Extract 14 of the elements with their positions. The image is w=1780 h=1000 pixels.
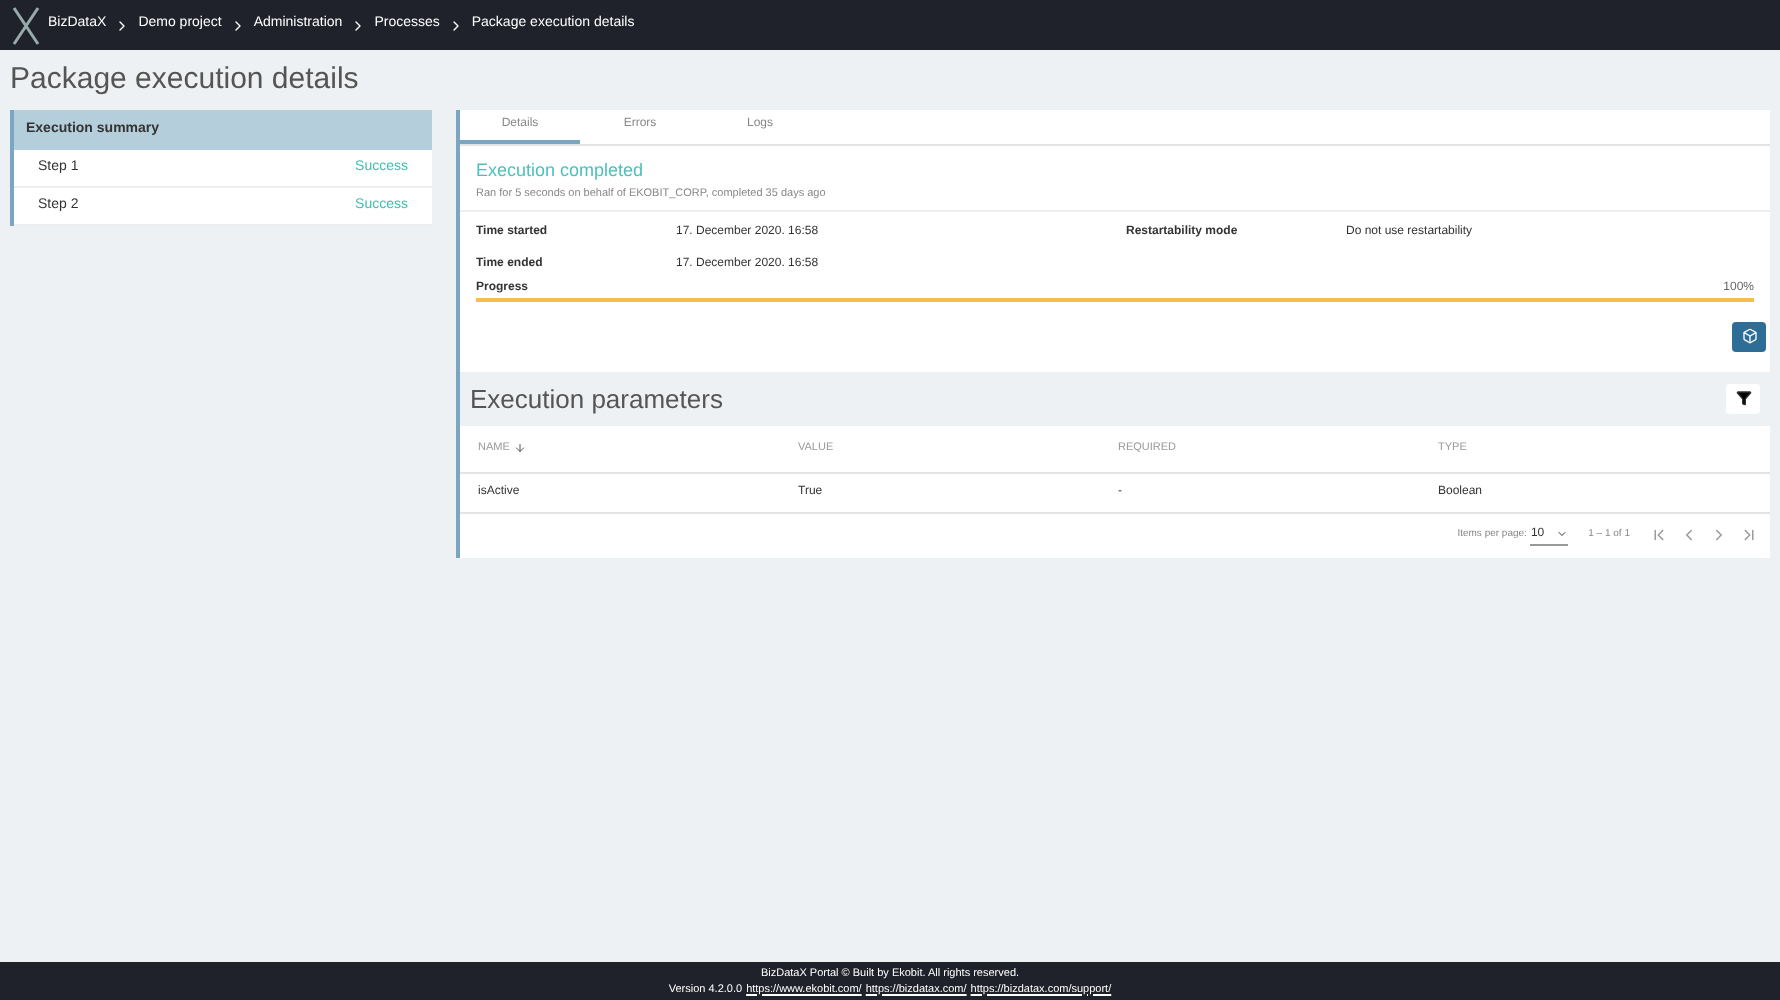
last-page-icon[interactable] [1740,526,1758,545]
package-button[interactable] [1732,321,1766,352]
next-page-icon[interactable] [1710,526,1728,545]
package-icon [1741,328,1757,345]
parameters-title: Execution parameters [470,381,723,418]
status-title: Execution completed [476,158,646,184]
page-title: Package execution details [10,62,361,98]
first-page-icon[interactable] [1650,526,1668,545]
filter-icon [1735,390,1751,407]
logo-icon [12,5,40,45]
sort-icon [513,442,526,455]
caret-icon [1556,528,1569,541]
previous-page-icon[interactable] [1680,526,1698,545]
filter-button[interactable] [1726,383,1760,414]
